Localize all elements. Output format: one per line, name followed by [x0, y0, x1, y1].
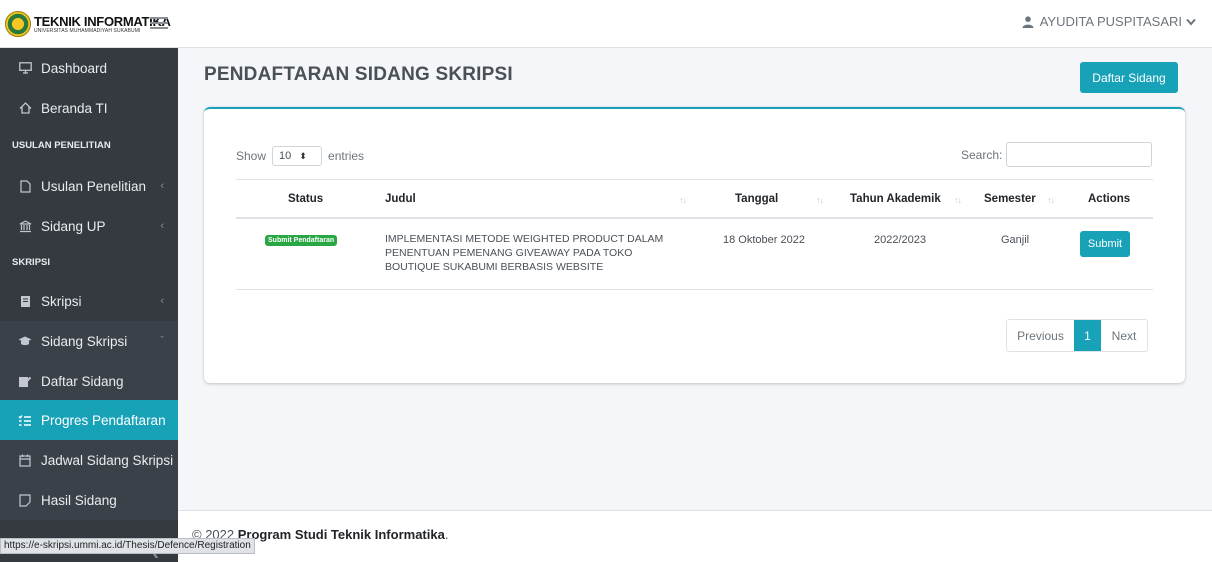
page-length-control: Show 10 ⬍ entries	[236, 146, 364, 166]
sort-icon[interactable]: ↑↓	[816, 195, 824, 205]
show-label: Show	[236, 149, 267, 163]
search-control: Search:	[961, 142, 1153, 167]
sidebar-item-daftar-sidang[interactable]: Daftar Sidang	[0, 361, 178, 401]
top-navbar: TEKNIK INFORMATIKA UNIVERSITAS MUHAMMADI…	[0, 0, 1212, 48]
sidebar-item-dashboard[interactable]: Dashboard	[0, 48, 178, 88]
sidebar-item-jadwal-sidang[interactable]: Jadwal Sidang Skripsi	[0, 440, 178, 480]
status-badge: Submit Pendaftaran	[265, 235, 338, 246]
chevron-left-icon: ‹	[160, 295, 164, 307]
edit-icon	[18, 374, 32, 388]
sort-icon[interactable]: ↑↓	[1047, 195, 1055, 205]
sidebar-item-label: Dashboard	[41, 60, 108, 76]
sidebar-item-skripsi[interactable]: Skripsi ‹	[0, 281, 178, 321]
semester-cell: Ganjil	[1001, 234, 1030, 246]
browser-status-url: https://e-skripsi.ummi.ac.id/Thesis/Defe…	[0, 538, 255, 554]
entries-label: entries	[328, 149, 365, 163]
sidebar-item-label: Skripsi	[41, 293, 82, 309]
footer: © 2022 Program Studi Teknik Informatika.	[178, 510, 1212, 562]
user-menu[interactable]: AYUDITA PUSPITASARI	[1022, 14, 1196, 29]
chevron-left-icon: ‹	[160, 180, 164, 192]
calendar-icon	[18, 453, 32, 467]
institution-icon	[18, 219, 32, 233]
document-icon	[18, 179, 32, 193]
sidebar-item-label: Daftar Sidang	[41, 373, 124, 389]
column-header-tanggal[interactable]: Tanggal	[735, 193, 778, 205]
search-label: Search:	[961, 147, 1003, 162]
sidebar-item-progres-pendaftaran[interactable]: Progres Pendaftaran	[0, 400, 178, 440]
chevron-down-icon	[1186, 18, 1196, 26]
submit-button[interactable]: Submit	[1080, 231, 1130, 257]
table-header-border	[236, 217, 1153, 219]
section-header-skripsi: SKRIPSI	[12, 257, 51, 268]
graduation-cap-icon	[18, 334, 32, 348]
pagination-next[interactable]: Next	[1101, 320, 1147, 351]
sidebar-item-sidang-up[interactable]: Sidang UP ‹	[0, 206, 178, 246]
sidebar-item-label: Progres Pendaftaran	[41, 412, 166, 428]
sidebar-item-usulan-penelitian[interactable]: Usulan Penelitian ‹	[0, 166, 178, 206]
column-header-actions: Actions	[1088, 193, 1131, 205]
sort-updown-icon: ⬍	[299, 150, 307, 161]
chevron-down-icon: ˇ	[160, 335, 164, 347]
user-name: AYUDITA PUSPITASARI	[1039, 14, 1182, 29]
file-icon	[18, 493, 32, 507]
sidebar-item-hasil-sidang[interactable]: Hasil Sidang	[0, 480, 178, 520]
footer-org-link[interactable]: Program Studi Teknik Informatika	[238, 527, 445, 542]
home-icon	[18, 101, 32, 115]
sidebar-item-label: Usulan Penelitian	[41, 178, 147, 194]
sidebar-item-label: Hasil Sidang	[41, 492, 117, 508]
pagination: Previous 1 Next	[1006, 319, 1148, 352]
hamburger-icon[interactable]	[150, 14, 168, 34]
pagination-page-1[interactable]: 1	[1074, 320, 1101, 351]
sidebar-item-label: Beranda TI	[41, 100, 108, 116]
tasks-icon	[18, 413, 32, 427]
column-header-status[interactable]: Status	[288, 193, 323, 205]
sort-icon[interactable]: ↑↓	[954, 195, 962, 205]
chevron-left-icon: ‹	[160, 220, 164, 232]
sort-icon[interactable]: ↑↓	[679, 195, 687, 205]
footer-suffix: .	[444, 527, 449, 542]
column-header-semester[interactable]: Semester	[984, 193, 1036, 205]
sidebar-item-label: Sidang Skripsi	[41, 333, 128, 349]
user-icon	[1022, 15, 1034, 28]
monitor-icon	[18, 61, 32, 75]
daftar-sidang-button[interactable]: Daftar Sidang	[1080, 62, 1178, 93]
search-input[interactable]	[1006, 142, 1153, 167]
table-bottom-border	[236, 289, 1153, 290]
section-header-usulan: USULAN PENELITIAN	[12, 140, 111, 151]
table-top-border	[236, 179, 1153, 180]
sidebar-item-beranda[interactable]: Beranda TI	[0, 88, 178, 128]
judul-cell: IMPLEMENTASI METODE WEIGHTED PRODUCT DAL…	[385, 233, 664, 273]
university-seal-icon	[5, 11, 31, 37]
tanggal-cell: 18 Oktober 2022	[723, 234, 805, 246]
page-title: PENDAFTARAN SIDANG SKRIPSI	[204, 64, 513, 85]
sidebar: Dashboard Beranda TI USULAN PENELITIAN U…	[0, 48, 178, 562]
column-header-judul[interactable]: Judul	[385, 193, 416, 205]
pagination-previous[interactable]: Previous	[1007, 320, 1074, 351]
page-length-select[interactable]: 10 ⬍	[272, 146, 323, 166]
column-header-tahun-akademik[interactable]: Tahun Akademik	[850, 193, 941, 205]
book-icon	[18, 294, 32, 308]
registration-card: Show 10 ⬍ entries Search: Status Judul ↑…	[204, 107, 1185, 383]
sidebar-item-label: Jadwal Sidang Skripsi	[41, 452, 174, 468]
tahun-akademik-cell: 2022/2023	[874, 234, 926, 246]
page-length-value: 10	[279, 150, 292, 162]
sidebar-item-sidang-skripsi[interactable]: Sidang Skripsi ˇ	[0, 321, 178, 361]
sidebar-item-label: Sidang UP	[41, 218, 106, 234]
